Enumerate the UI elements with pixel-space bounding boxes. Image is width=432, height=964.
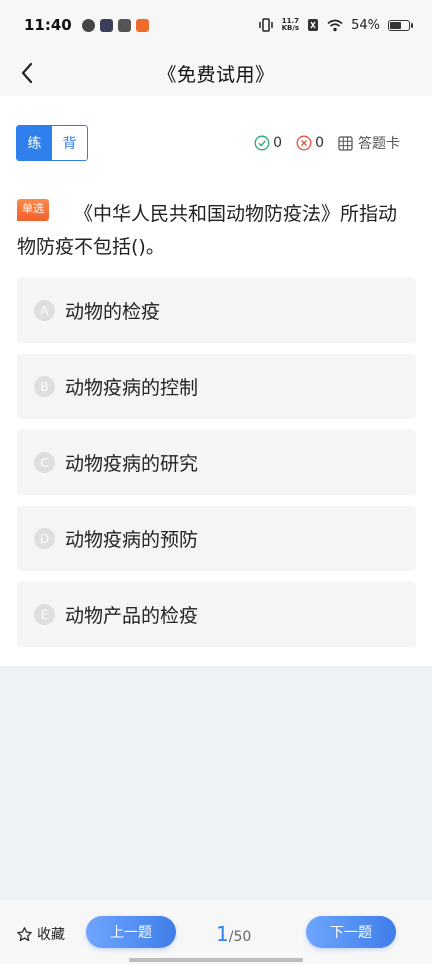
option-c[interactable]: C 动物疫病的研究 [17,430,416,495]
status-right: 11.7 KB/s 54% [258,17,413,33]
grid-icon [338,135,353,151]
recite-mode-button[interactable]: 背 [52,126,87,160]
wifi-icon [327,19,343,31]
option-letter: B [34,376,55,397]
correct-count: 0 [254,135,282,151]
home-indicator[interactable] [129,958,303,962]
option-b[interactable]: B 动物疫病的控制 [17,354,416,419]
battery-icon [388,19,413,31]
option-text: 动物疫病的控制 [65,377,199,399]
notification-icons [81,18,149,32]
option-letter: A [34,300,55,321]
vibrate-icon [258,18,273,32]
current-question-number: 1 [216,922,229,946]
back-icon[interactable] [14,58,44,88]
question-card: 练 背 0 0 答题卡 单选 《中华人民共和国动物防疫法》所指动物防疫不包括()… [0,96,432,666]
total-questions: /50 [228,929,252,945]
answer-stats: 0 0 答题卡 [254,133,400,153]
network-speed: 11.7 KB/s [281,17,300,32]
mode-toggle: 练 背 [16,125,88,161]
play-icon [99,18,113,32]
sim-icon [308,19,319,31]
option-text: 动物疫病的预防 [65,529,199,551]
option-a[interactable]: A 动物的检疫 [17,278,416,343]
option-text: 动物产品的检疫 [65,605,199,627]
status-bar: 11:40 11.7 KB/s 54% [0,0,432,50]
page-title: 《免费试用》 [157,63,275,86]
option-letter: C [34,452,55,473]
next-question-button[interactable]: 下一题 [306,916,396,948]
option-d[interactable]: D 动物疫病的预防 [17,506,416,571]
app-notification-icon [135,18,149,32]
battery-percent: 54% [351,17,380,33]
question-text: 《中华人民共和国动物防疫法》所指动物防疫不包括()。 [17,203,398,258]
favorite-button[interactable]: 收藏 [16,924,65,944]
option-text: 动物的检疫 [65,301,161,323]
cross-circle-icon [296,135,312,151]
star-icon [17,926,32,941]
practice-mode-button[interactable]: 练 [17,126,52,160]
app-notification-icon [81,18,95,32]
status-time: 11:40 [24,16,72,34]
header: 《免费试用》 [0,50,432,96]
page-indicator: 1 /50 [216,922,251,946]
option-letter: D [34,528,55,549]
bottom-bar: 收藏 上一题 1 /50 下一题 [0,900,432,964]
check-circle-icon [254,135,270,151]
options-list: A 动物的检疫 B 动物疫病的控制 C 动物疫病的研究 D 动物疫病的预防 E … [17,278,416,658]
prev-question-button[interactable]: 上一题 [86,916,176,948]
option-letter: E [34,604,55,625]
wrong-count: 0 [296,135,324,151]
option-e[interactable]: E 动物产品的检疫 [17,582,416,647]
mail-icon [117,18,131,32]
answer-card-button[interactable]: 答题卡 [338,133,400,153]
question-stem: 单选 《中华人民共和国动物防疫法》所指动物防疫不包括()。 [17,198,409,264]
question-type-badge: 单选 [17,199,49,221]
option-text: 动物疫病的研究 [65,453,199,475]
